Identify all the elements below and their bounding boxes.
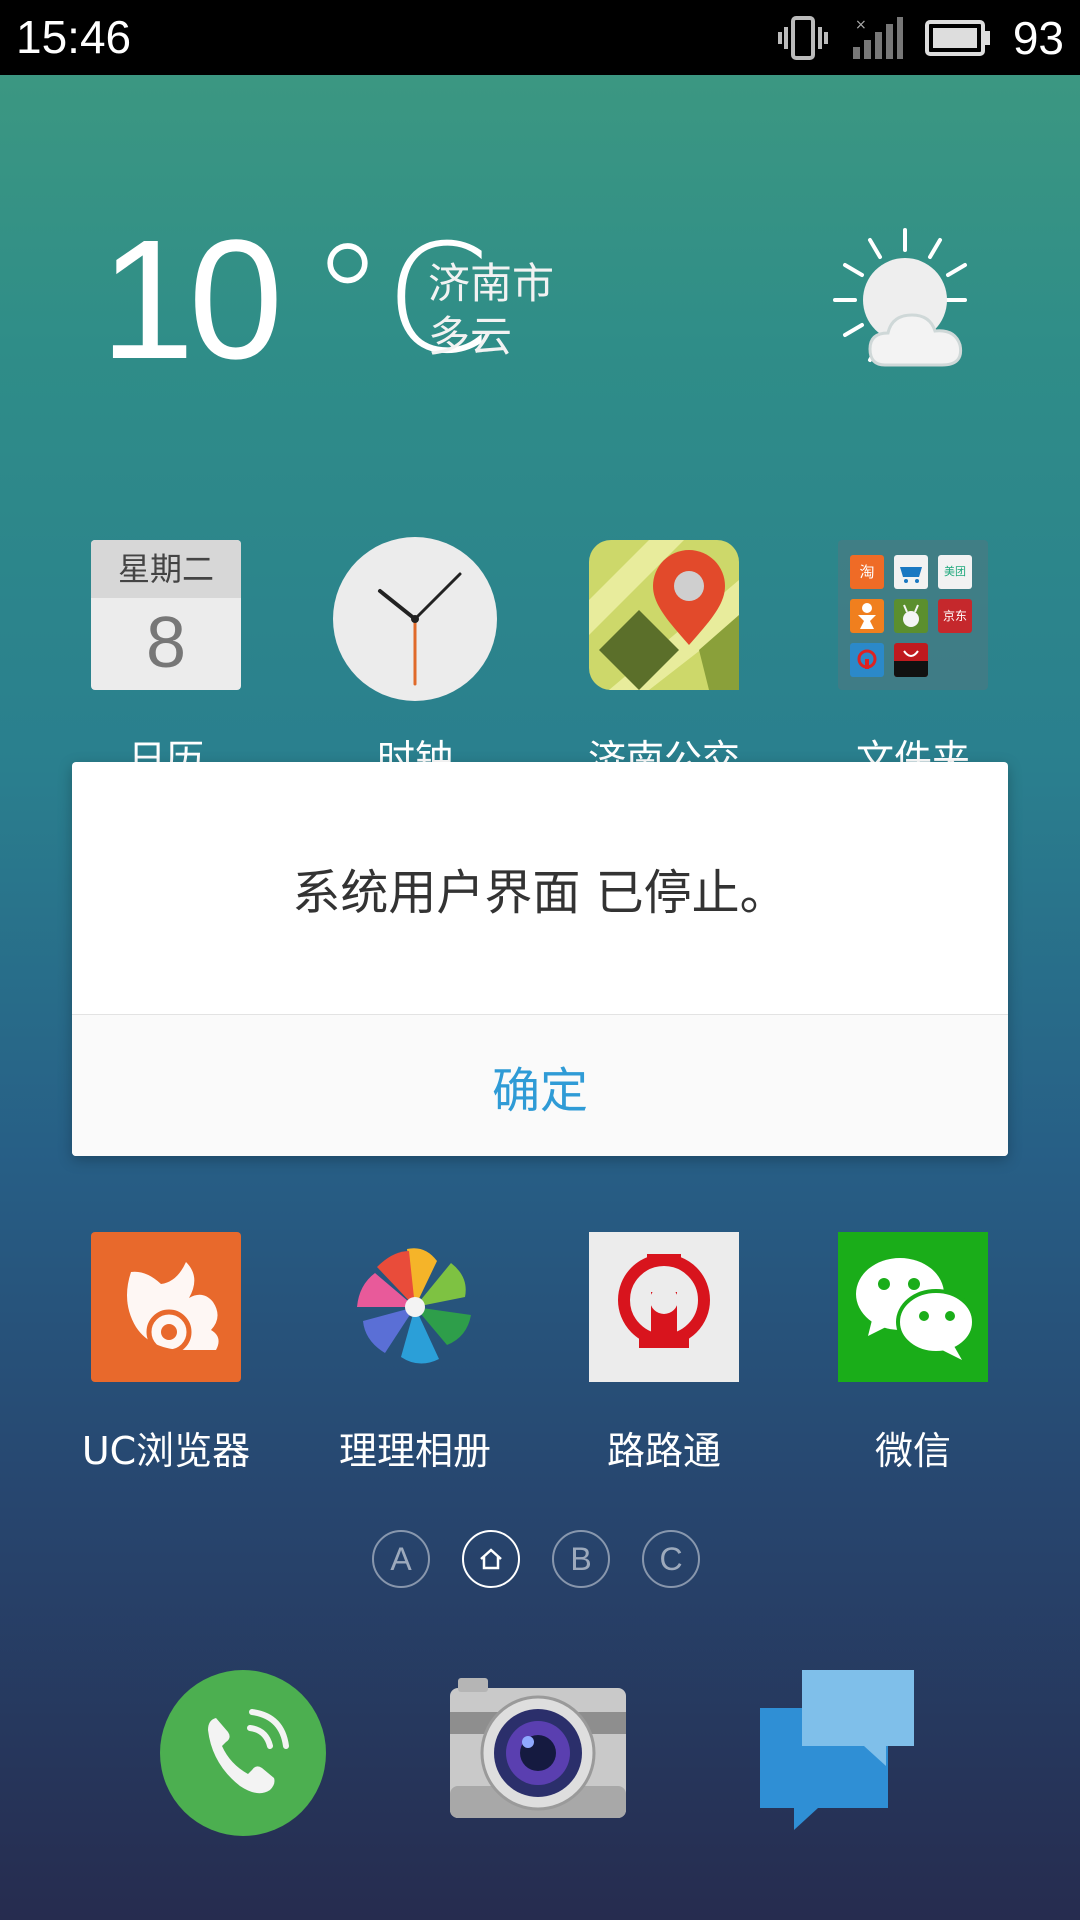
- suning-icon: [894, 555, 928, 589]
- page-indicators: A B C: [372, 1530, 700, 1588]
- person-icon: [850, 599, 884, 633]
- app-uc-browser[interactable]: UC浏览器: [66, 1232, 266, 1475]
- railway-icon: [589, 1232, 739, 1382]
- weather-condition: 多云: [428, 312, 513, 361]
- empty-slot: [938, 643, 972, 677]
- status-time: 15:46: [16, 11, 132, 63]
- weather-city: 济南市: [428, 259, 555, 308]
- app-label: 路路通: [606, 1429, 721, 1473]
- dock-phone[interactable]: [158, 1668, 328, 1842]
- dock-messages[interactable]: [758, 1668, 918, 1842]
- partly-cloudy-icon: [830, 225, 980, 379]
- page-dot-home[interactable]: [462, 1530, 520, 1588]
- vibrate-icon: [777, 15, 829, 61]
- folder-icon: 淘 美团 京东: [838, 540, 988, 690]
- app-wechat[interactable]: 微信: [813, 1232, 1013, 1475]
- error-dialog: 系统用户界面 已停止。 确定: [72, 762, 1008, 1156]
- jd-icon: 京东: [938, 599, 972, 633]
- taobao-icon: 淘: [850, 555, 884, 589]
- phone-icon: [160, 1670, 326, 1836]
- uc-browser-icon: [91, 1232, 241, 1382]
- app-railway[interactable]: 路路通: [564, 1232, 764, 1475]
- temperature: 10: [100, 205, 283, 395]
- battery-percent: 93: [1012, 11, 1064, 64]
- app-photo-album[interactable]: 理理相册: [315, 1232, 515, 1475]
- app-calendar[interactable]: 星期二 8 日历: [66, 540, 266, 783]
- wechat-icon: [838, 1232, 988, 1382]
- signal-icon: ×: [851, 15, 903, 61]
- deer-icon: [894, 599, 928, 633]
- page-dot-b[interactable]: B: [552, 1530, 610, 1588]
- dock-camera[interactable]: [448, 1668, 628, 1832]
- calendar-weekday: 星期二: [91, 540, 241, 598]
- svg-text:×: ×: [855, 17, 867, 33]
- app-folder[interactable]: 淘 美团 京东 文件夹: [813, 540, 1013, 783]
- status-bar: 15:46 × 93: [0, 0, 1080, 75]
- battery-icon: [924, 18, 991, 58]
- page-dot-c[interactable]: C: [642, 1530, 700, 1588]
- ok-button[interactable]: 确定: [72, 1015, 1008, 1156]
- clock-icon: [333, 537, 497, 701]
- app-label: UC浏览器: [81, 1429, 251, 1473]
- page-dot-a[interactable]: A: [372, 1530, 430, 1588]
- app-label: 微信: [874, 1429, 951, 1473]
- railway-mini-icon: [850, 643, 884, 677]
- map-pin-icon: [589, 540, 739, 690]
- calendar-icon: 星期二 8: [91, 540, 241, 690]
- camera-icon: [450, 1678, 626, 1818]
- messages-icon: [760, 1670, 914, 1830]
- home-icon: [480, 1548, 502, 1570]
- meituan-icon: 美团: [938, 555, 972, 589]
- app-clock[interactable]: 时钟: [315, 537, 515, 783]
- pinwheel-icon: [340, 1232, 490, 1382]
- app-jinan-bus[interactable]: 济南公交: [564, 540, 764, 783]
- shopping-bag-icon: [894, 643, 928, 677]
- calendar-day: 8: [145, 603, 187, 683]
- app-label: 理理相册: [338, 1429, 491, 1473]
- dialog-message: 系统用户界面 已停止。: [292, 865, 788, 921]
- status-icons: × 93: [777, 10, 1064, 65]
